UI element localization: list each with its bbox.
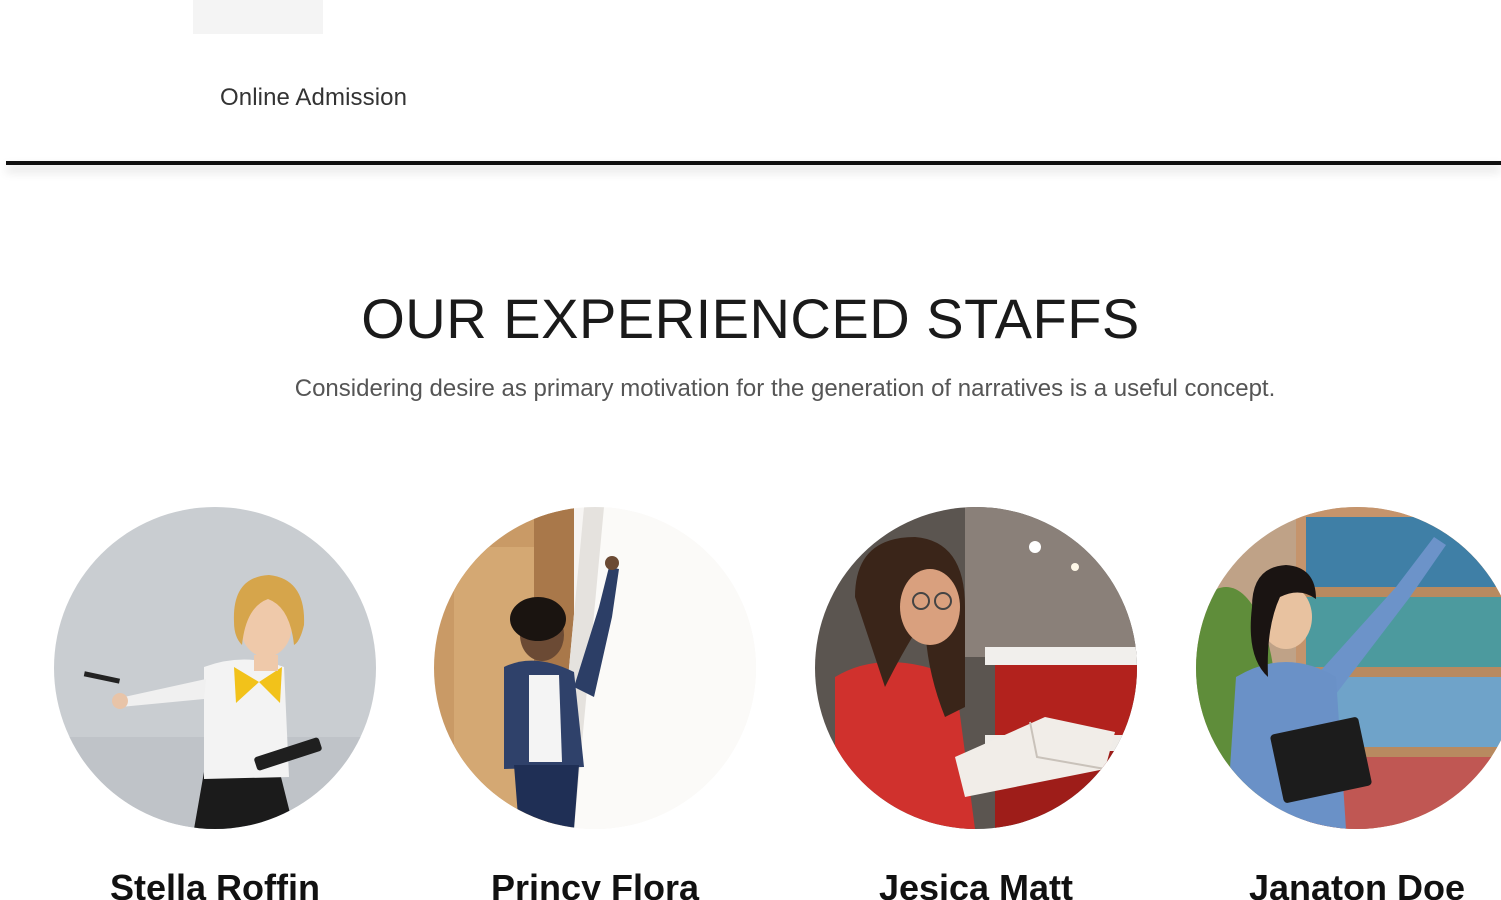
staff-photo (1196, 507, 1501, 829)
section-title: OUR EXPERIENCED STAFFS (361, 287, 1140, 350)
teacher-whiteboard-photo (434, 507, 756, 829)
staff-card[interactable]: Stella Roffin (54, 507, 394, 900)
teacher-pointing-photo (54, 507, 376, 829)
section-subtitle: Considering desire as primary motivation… (294, 375, 1276, 402)
staff-name: Janaton Doe (1248, 867, 1466, 900)
staff-card[interactable]: Jesica Matt (815, 507, 1155, 900)
staff-card[interactable]: Janaton Doe (1196, 507, 1501, 900)
page: Online Admission OUR EXPERIENCED STAFFS … (0, 0, 1501, 900)
woman-reading-book-photo (815, 507, 1137, 829)
staff-card[interactable]: Princy Flora (434, 507, 774, 900)
staff-name: Stella Roffin (109, 867, 320, 900)
staff-name: Jesica Matt (878, 867, 1074, 900)
staff-photo (815, 507, 1137, 829)
header-divider (6, 161, 1501, 165)
staff-photo (434, 507, 756, 829)
staff-photo (54, 507, 376, 829)
student-library-photo (1196, 507, 1501, 829)
staff-name: Princy Flora (490, 867, 700, 900)
site-header: Online Admission (0, 0, 1501, 166)
site-logo[interactable] (193, 0, 323, 34)
nav-link-online-admission[interactable]: Online Admission (220, 84, 407, 112)
